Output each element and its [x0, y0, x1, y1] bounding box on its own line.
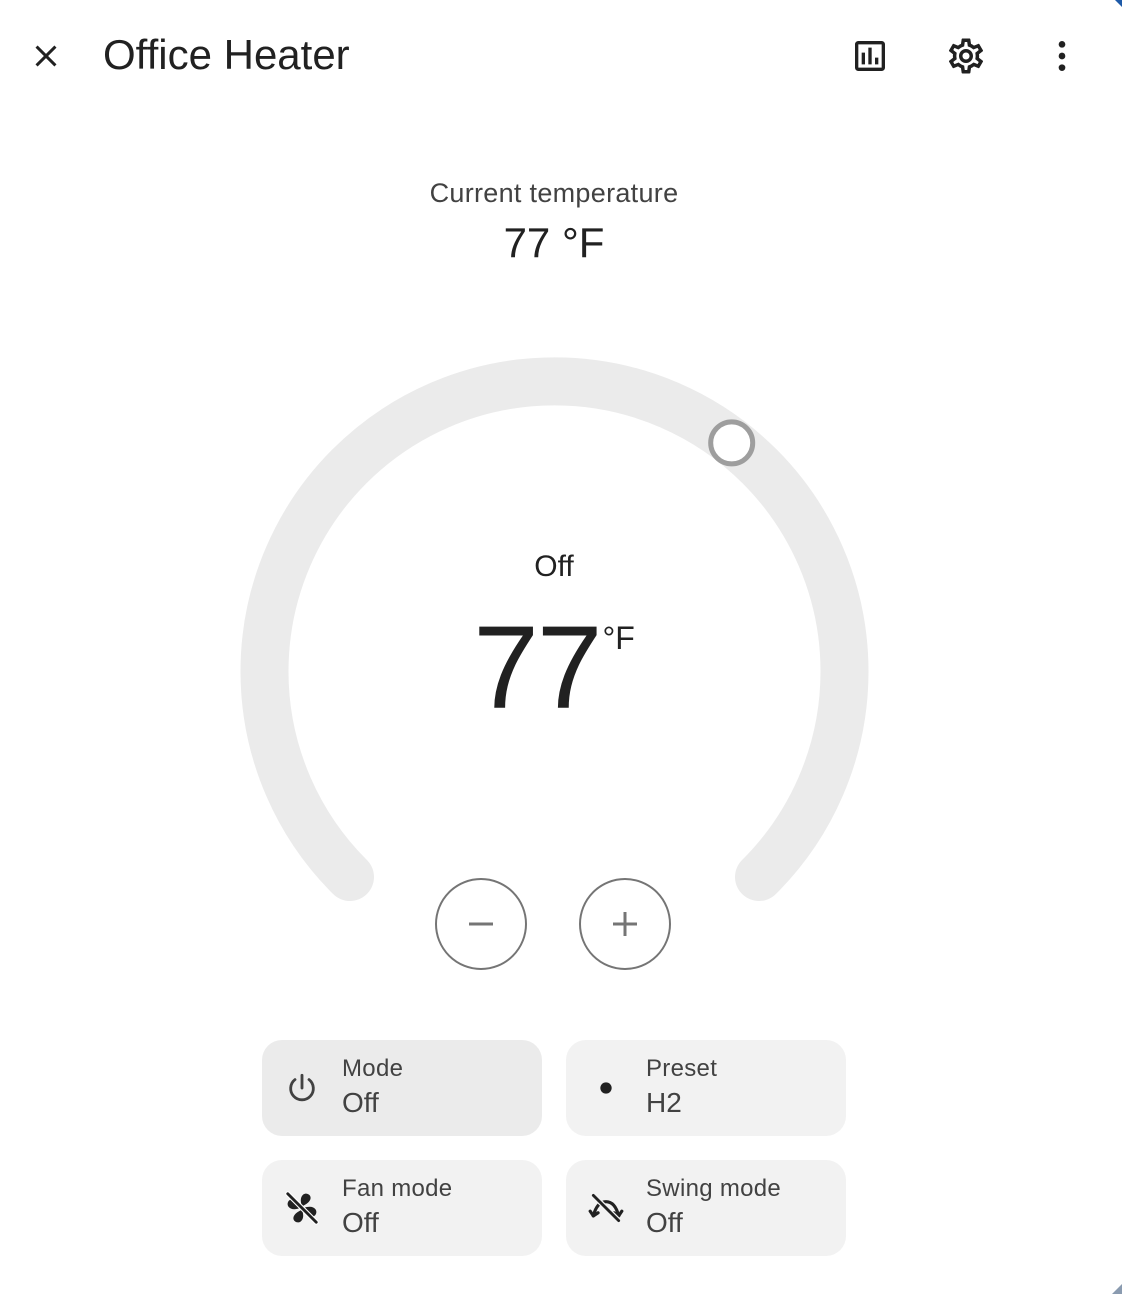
- plus-icon: [613, 912, 637, 936]
- feature-tile-label: Fan mode: [342, 1175, 453, 1202]
- feature-tile-swing-mode[interactable]: Swing mode Off: [566, 1160, 846, 1256]
- target-temperature: 77°F: [0, 606, 1108, 730]
- dot-icon: [586, 1068, 626, 1108]
- window-edge-mark: [1115, 0, 1122, 7]
- feature-tile-preset[interactable]: Preset H2: [566, 1040, 846, 1136]
- feature-tile-label: Mode: [342, 1055, 404, 1082]
- target-temperature-value: 77: [473, 602, 602, 734]
- history-button[interactable]: [838, 24, 902, 88]
- feature-tile-value: Off: [342, 1207, 379, 1238]
- gear-icon: [948, 38, 984, 74]
- minus-icon: [469, 922, 493, 926]
- hvac-state-label: Off: [534, 550, 574, 583]
- feature-tile-value: H2: [646, 1087, 682, 1118]
- feature-tile-value: Off: [342, 1087, 379, 1118]
- close-button[interactable]: [14, 24, 78, 88]
- dialog-title: Office Heater: [103, 31, 350, 78]
- more-options-button[interactable]: [1030, 24, 1094, 88]
- decrease-temperature-button[interactable]: [435, 878, 527, 970]
- power-icon: [282, 1068, 322, 1108]
- more-info-dialog: Office Heater Current temperature 77 °F …: [0, 0, 1122, 1294]
- resize-handle[interactable]: [1112, 1284, 1122, 1294]
- target-temperature-handle[interactable]: [708, 419, 756, 467]
- target-temperature-unit: °F: [602, 620, 635, 656]
- close-icon: [35, 45, 57, 67]
- dots-vertical-icon: [1058, 41, 1066, 71]
- feature-tile-label: Preset: [646, 1055, 718, 1082]
- chart-box-icon: [855, 41, 885, 71]
- current-temperature-label: Current temperature: [429, 178, 679, 208]
- feature-tile-fan-mode[interactable]: Fan mode Off: [262, 1160, 542, 1256]
- feature-tile-mode[interactable]: Mode Off: [262, 1040, 542, 1136]
- dialog-header: Office Heater: [0, 0, 1122, 112]
- increase-temperature-button[interactable]: [579, 878, 671, 970]
- feature-tile-value: Off: [646, 1207, 683, 1238]
- swing-off-icon: [586, 1188, 626, 1228]
- current-temperature-value: 77 °F: [503, 219, 605, 266]
- fan-off-icon: [282, 1188, 322, 1228]
- settings-button[interactable]: [934, 24, 998, 88]
- feature-tile-label: Swing mode: [646, 1175, 782, 1202]
